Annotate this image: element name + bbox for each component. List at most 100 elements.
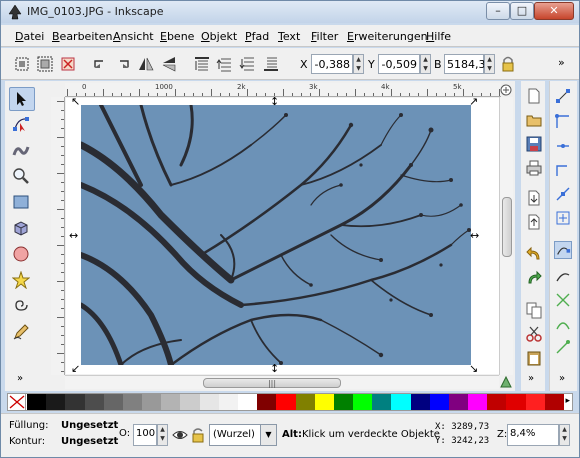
zoom-spinner[interactable]: ▲ ▼ bbox=[559, 424, 570, 446]
menu-filter[interactable]: Filter bbox=[311, 30, 338, 43]
color-swatch[interactable] bbox=[372, 394, 392, 410]
redo-icon[interactable] bbox=[525, 269, 543, 287]
rotate-ccw-icon[interactable] bbox=[91, 55, 109, 73]
x-spinner[interactable]: ▲ ▼ bbox=[353, 54, 364, 74]
horizontal-scroll-thumb[interactable]: ||| bbox=[203, 378, 341, 388]
title-bar[interactable]: IMG_0103.JPG - Inkscape – □ ✕ bbox=[1, 1, 579, 23]
spiral-tool[interactable] bbox=[9, 295, 35, 319]
scale-handle-top-right[interactable]: ↗ bbox=[469, 96, 478, 107]
color-swatch[interactable] bbox=[142, 394, 162, 410]
color-swatch[interactable] bbox=[544, 394, 565, 410]
3d-box-tool[interactable] bbox=[9, 217, 35, 241]
vertical-scrollbar[interactable] bbox=[499, 97, 513, 375]
color-swatch[interactable] bbox=[65, 394, 86, 410]
menu-text[interactable]: Text bbox=[278, 30, 300, 43]
node-tool[interactable] bbox=[9, 113, 35, 137]
more-controls-icon[interactable]: » bbox=[558, 56, 565, 69]
snap-midpoint-icon[interactable] bbox=[554, 185, 572, 203]
snap-bbox-edge-icon[interactable] bbox=[554, 137, 572, 155]
menu-bearbeiten[interactable]: Bearbeiten bbox=[52, 30, 112, 43]
more-snap-icon[interactable]: » bbox=[559, 373, 565, 384]
horizontal-scrollbar[interactable]: ||| bbox=[65, 375, 499, 389]
raise-to-top-icon[interactable] bbox=[193, 55, 211, 73]
scale-handle-bottom-left[interactable]: ↙ bbox=[71, 363, 80, 374]
scale-handle-right[interactable]: ↔ bbox=[470, 230, 479, 241]
scale-handle-bottom-right[interactable]: ↘ bbox=[469, 363, 478, 374]
color-swatch[interactable] bbox=[468, 394, 488, 410]
snap-bbox-corner-icon[interactable] bbox=[554, 161, 572, 179]
snap-intersection-icon[interactable] bbox=[554, 291, 572, 309]
flip-vertical-icon[interactable] bbox=[160, 55, 178, 73]
color-swatch[interactable] bbox=[506, 394, 527, 410]
color-swatch[interactable] bbox=[448, 394, 469, 410]
select-all-layers-icon[interactable] bbox=[36, 55, 54, 73]
snap-smooth-nodes-icon[interactable] bbox=[554, 315, 572, 333]
x-field[interactable]: -0,388 bbox=[311, 54, 353, 74]
color-swatch[interactable] bbox=[103, 394, 124, 410]
rotate-cw-icon[interactable] bbox=[114, 55, 132, 73]
cut-icon[interactable] bbox=[525, 325, 543, 343]
more-commands-icon[interactable]: » bbox=[528, 373, 534, 384]
no-paint-swatch[interactable] bbox=[8, 394, 26, 410]
zoom-fit-icon[interactable] bbox=[499, 83, 513, 97]
vertical-scroll-thumb[interactable] bbox=[502, 197, 512, 257]
color-swatch[interactable] bbox=[46, 394, 66, 410]
copy-icon[interactable] bbox=[525, 301, 543, 319]
color-swatch[interactable] bbox=[199, 394, 220, 410]
scale-handle-left[interactable]: ↔ bbox=[69, 230, 78, 241]
color-swatch[interactable] bbox=[391, 394, 412, 410]
rectangle-tool[interactable] bbox=[9, 191, 35, 215]
color-swatch[interactable] bbox=[161, 394, 181, 410]
paste-icon[interactable] bbox=[525, 349, 543, 367]
flip-horizontal-icon[interactable] bbox=[137, 55, 155, 73]
color-swatch[interactable] bbox=[410, 394, 431, 410]
select-all-icon[interactable] bbox=[13, 55, 31, 73]
color-swatch[interactable] bbox=[333, 394, 354, 410]
menu-hilfe[interactable]: Hilfe bbox=[426, 30, 451, 43]
menu-datei[interactable]: Datei bbox=[15, 30, 44, 43]
menu-pfad[interactable]: Pfad bbox=[245, 30, 269, 43]
color-managed-view-icon[interactable] bbox=[499, 375, 513, 389]
color-swatch[interactable] bbox=[353, 394, 373, 410]
palette-scroll-icon[interactable]: ▸ bbox=[565, 396, 570, 406]
close-button[interactable]: ✕ bbox=[534, 2, 574, 20]
menu-ebene[interactable]: Ebene bbox=[160, 30, 194, 43]
y-field[interactable]: -0,509 bbox=[378, 54, 420, 74]
menu-ansicht[interactable]: Ansicht bbox=[113, 30, 154, 43]
undo-icon[interactable] bbox=[525, 245, 543, 263]
more-tools-icon[interactable]: » bbox=[17, 373, 23, 384]
stroke-value[interactable]: Ungesetzt bbox=[61, 436, 118, 447]
save-icon[interactable] bbox=[525, 135, 543, 153]
deselect-icon[interactable] bbox=[59, 55, 77, 73]
y-spinner[interactable]: ▲ ▼ bbox=[420, 54, 431, 74]
menu-erweiterungen[interactable]: Erweiterungen bbox=[347, 30, 428, 43]
vertical-ruler[interactable] bbox=[51, 97, 65, 375]
open-folder-icon[interactable] bbox=[525, 111, 543, 129]
maximize-button[interactable]: □ bbox=[510, 2, 534, 20]
menu-objekt[interactable]: Objekt bbox=[201, 30, 237, 43]
color-swatch[interactable] bbox=[180, 394, 201, 410]
width-field[interactable]: 5184,38 bbox=[444, 54, 493, 74]
color-swatch[interactable] bbox=[84, 394, 105, 410]
scale-handle-top-left[interactable]: ↖ bbox=[71, 96, 80, 107]
color-swatch[interactable] bbox=[295, 394, 316, 410]
layer-lock-icon[interactable] bbox=[191, 427, 205, 443]
ellipse-tool[interactable] bbox=[9, 243, 35, 267]
snap-nodes-icon[interactable] bbox=[554, 241, 572, 259]
snap-guide-icon[interactable] bbox=[554, 339, 572, 357]
horizontal-ruler[interactable]: 0 1000 2k 3k 4k 5k bbox=[65, 83, 501, 97]
raise-icon[interactable] bbox=[216, 55, 234, 73]
color-swatch[interactable] bbox=[218, 394, 239, 410]
scale-handle-top[interactable]: ↕ bbox=[270, 96, 279, 107]
width-spinner[interactable]: ▲ ▼ bbox=[484, 54, 495, 74]
color-swatch[interactable] bbox=[27, 394, 47, 410]
import-icon[interactable] bbox=[525, 189, 543, 207]
snap-bbox-icon[interactable] bbox=[554, 113, 572, 131]
opacity-field[interactable]: 100 bbox=[133, 424, 157, 446]
opacity-spinner[interactable]: ▲ ▼ bbox=[157, 424, 168, 446]
new-document-icon[interactable] bbox=[525, 87, 543, 105]
tweak-tool[interactable] bbox=[9, 139, 35, 163]
color-swatch[interactable] bbox=[429, 394, 450, 410]
lock-icon[interactable] bbox=[499, 55, 517, 73]
snap-paths-icon[interactable] bbox=[554, 267, 572, 285]
